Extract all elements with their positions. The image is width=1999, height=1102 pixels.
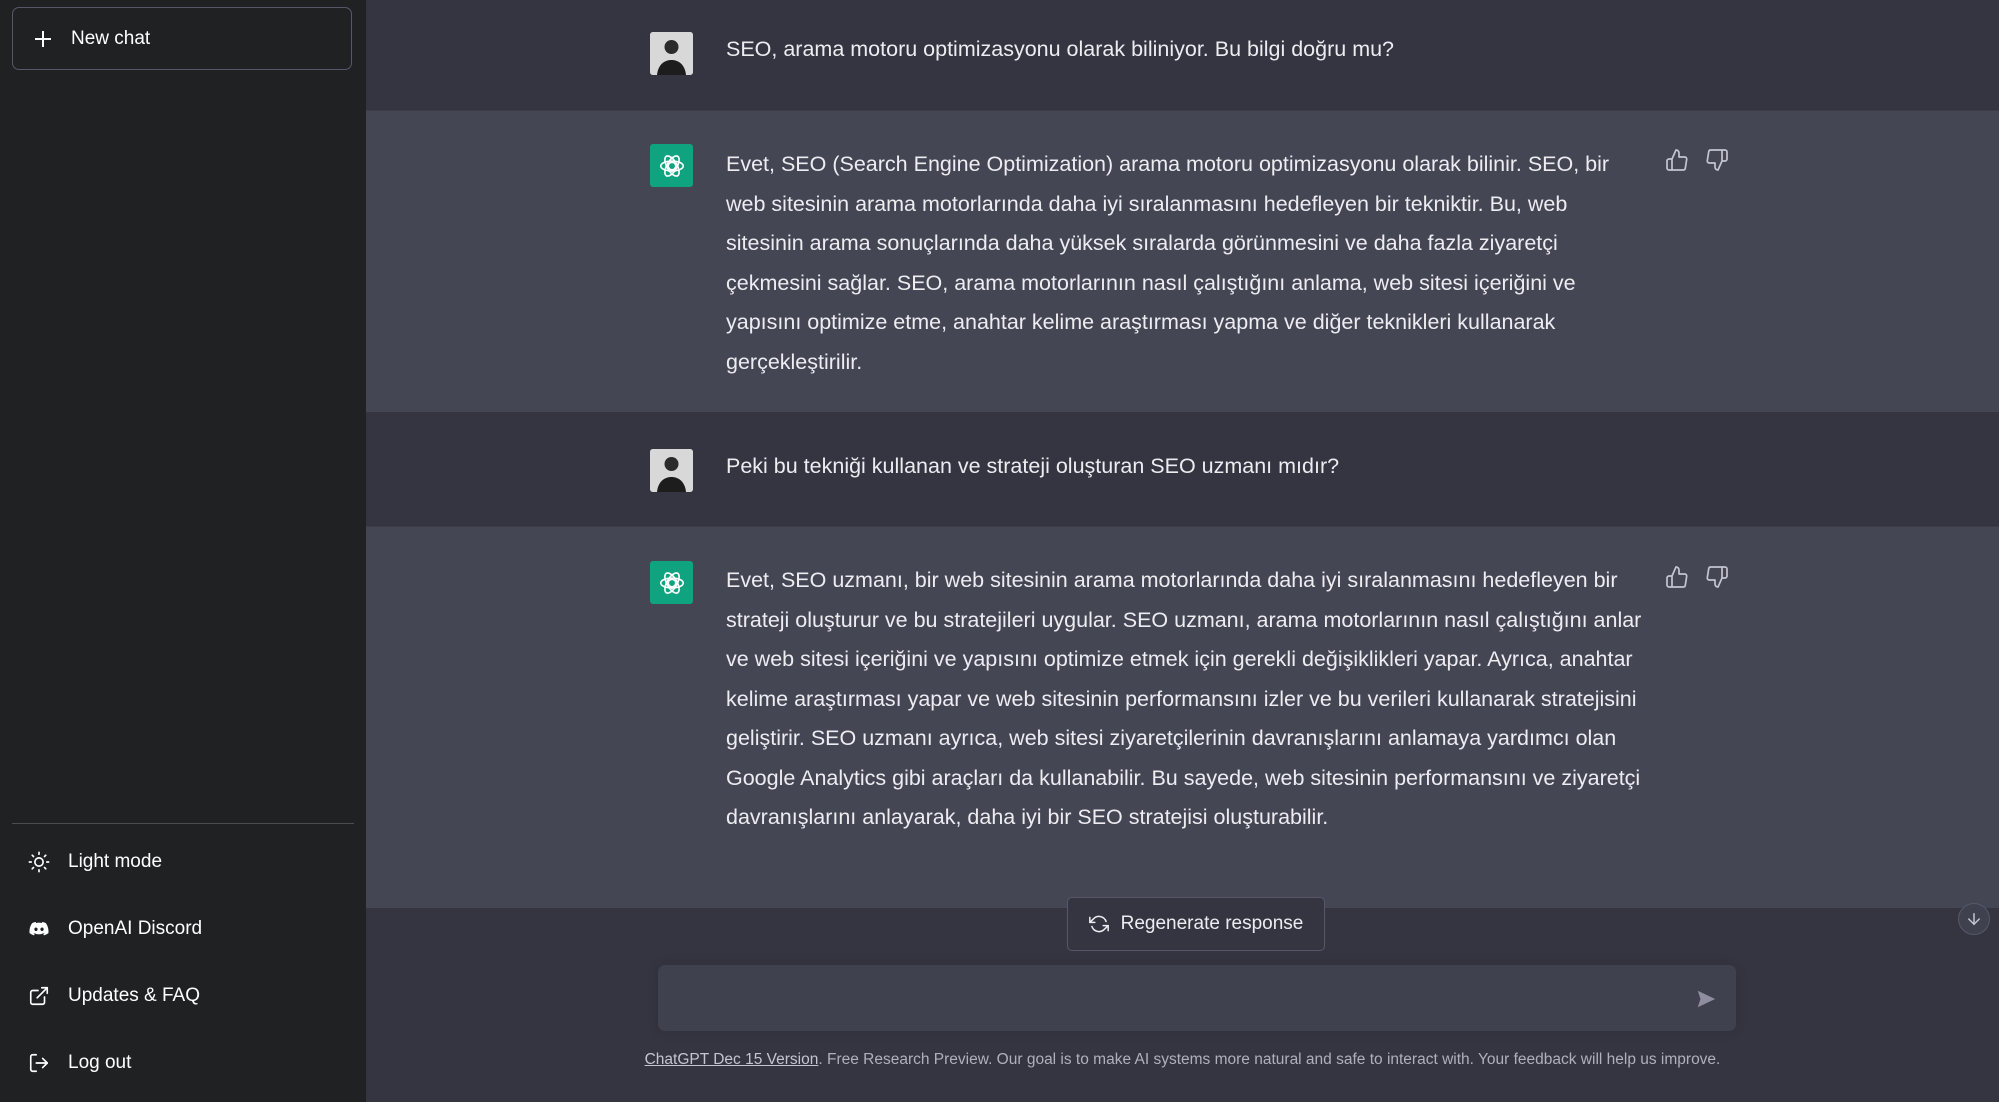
sidebar-divider bbox=[12, 823, 354, 824]
plus-icon bbox=[32, 28, 54, 50]
footer-disclaimer: ChatGPT Dec 15 Version. Free Research Pr… bbox=[366, 1051, 1999, 1069]
openai-logo-icon bbox=[659, 571, 684, 594]
log-out-button[interactable]: Log out bbox=[12, 1035, 354, 1091]
external-link-icon bbox=[27, 984, 51, 1008]
new-chat-label: New chat bbox=[71, 27, 151, 49]
send-icon[interactable] bbox=[1693, 986, 1719, 1012]
light-mode-button[interactable]: Light mode bbox=[12, 834, 354, 890]
assistant-message-row: Evet, SEO uzmanı, bir web sitesinin aram… bbox=[366, 526, 1999, 910]
discord-icon bbox=[27, 917, 51, 941]
message-input[interactable] bbox=[658, 965, 1736, 1031]
new-chat-button[interactable]: New chat bbox=[12, 7, 352, 70]
feedback-controls bbox=[1664, 564, 1730, 590]
thumbs-down-icon[interactable] bbox=[1704, 564, 1730, 590]
assistant-message-text: Evet, SEO uzmanı, bir web sitesinin aram… bbox=[726, 568, 1642, 829]
version-link[interactable]: ChatGPT Dec 15 Version bbox=[645, 1051, 819, 1068]
footer-text: . Free Research Preview. Our goal is to … bbox=[818, 1051, 1721, 1068]
regenerate-response-button[interactable]: Regenerate response bbox=[1067, 897, 1325, 951]
assistant-avatar bbox=[650, 561, 693, 604]
feedback-controls bbox=[1664, 147, 1730, 173]
thumbs-down-icon[interactable] bbox=[1704, 147, 1730, 173]
arrow-down-icon bbox=[1968, 913, 1980, 926]
regenerate-response-label: Regenerate response bbox=[1120, 913, 1304, 934]
assistant-message-row: Evet, SEO (Search Engine Optimization) a… bbox=[366, 110, 1999, 414]
user-message-text: Peki bu tekniği kullanan ve strateji olu… bbox=[726, 454, 1340, 478]
updates-faq-link[interactable]: Updates & FAQ bbox=[12, 968, 354, 1024]
refresh-icon bbox=[1088, 914, 1109, 934]
thumbs-up-icon[interactable] bbox=[1664, 564, 1690, 590]
updates-faq-label: Updates & FAQ bbox=[68, 985, 201, 1006]
sun-icon bbox=[27, 850, 51, 874]
openai-discord-link[interactable]: OpenAI Discord bbox=[12, 901, 354, 957]
sidebar: New chat Light mode OpenAI Discord Updat… bbox=[0, 0, 366, 1102]
chat-main: SEO, arama motoru optimizasyonu olarak b… bbox=[366, 0, 1999, 1102]
assistant-message-text: Evet, SEO (Search Engine Optimization) a… bbox=[726, 152, 1610, 374]
logout-icon bbox=[27, 1051, 51, 1075]
user-message-row: Peki bu tekniği kullanan ve strateji olu… bbox=[366, 412, 1999, 526]
user-message-row: SEO, arama motoru optimizasyonu olarak b… bbox=[366, 0, 1999, 110]
openai-discord-label: OpenAI Discord bbox=[68, 918, 203, 939]
user-avatar bbox=[650, 32, 693, 75]
user-message-text: SEO, arama motoru optimizasyonu olarak b… bbox=[726, 37, 1395, 61]
user-avatar bbox=[650, 449, 693, 492]
assistant-avatar bbox=[650, 144, 693, 187]
scroll-to-bottom-button[interactable] bbox=[1958, 903, 1990, 935]
thumbs-up-icon[interactable] bbox=[1664, 147, 1690, 173]
openai-logo-icon bbox=[659, 154, 684, 177]
light-mode-label: Light mode bbox=[68, 851, 163, 872]
log-out-label: Log out bbox=[68, 1052, 132, 1073]
